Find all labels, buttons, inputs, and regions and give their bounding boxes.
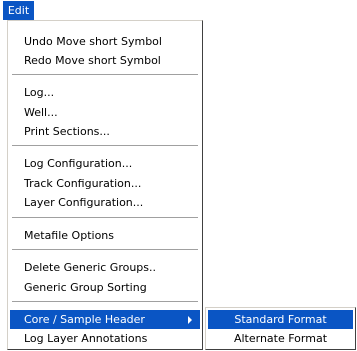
edit-menu-dropdown: Undo Move short Symbol Redo Move short S…	[7, 20, 203, 350]
menu-item-well[interactable]: Well...	[10, 103, 200, 122]
menu-item-log-configuration[interactable]: Log Configuration...	[10, 154, 200, 173]
menu-separator	[12, 145, 198, 147]
menu-item-generic-group-sorting[interactable]: Generic Group Sorting	[10, 278, 200, 297]
menu-separator	[12, 301, 198, 303]
menu-item-track-configuration[interactable]: Track Configuration...	[10, 174, 200, 193]
menu-item-metafile-options[interactable]: Metafile Options	[10, 226, 200, 245]
submenu-arrow-icon	[188, 316, 192, 324]
menu-item-undo[interactable]: Undo Move short Symbol	[10, 32, 200, 51]
submenu-item-alternate-format[interactable]: Alternate Format	[208, 329, 353, 348]
menu-item-log[interactable]: Log...	[10, 83, 200, 102]
menu-separator	[12, 74, 198, 76]
menu-item-core-sample-header[interactable]: Core / Sample Header	[10, 310, 200, 329]
menu-item-delete-generic-groups[interactable]: Delete Generic Groups..	[10, 258, 200, 277]
menu-item-layer-configuration[interactable]: Layer Configuration...	[10, 193, 200, 212]
menu-item-label: Core / Sample Header	[24, 313, 145, 326]
menu-item-redo[interactable]: Redo Move short Symbol	[10, 51, 200, 70]
menu-item-log-layer-annotations[interactable]: Log Layer Annotations	[10, 329, 200, 348]
edit-menu-button[interactable]: Edit	[3, 1, 34, 20]
menu-separator	[12, 217, 198, 219]
submenu-item-standard-format[interactable]: Standard Format	[208, 310, 353, 329]
menu-separator	[12, 249, 198, 251]
core-sample-header-submenu: Standard Format Alternate Format	[205, 307, 356, 350]
menu-item-print-sections[interactable]: Print Sections...	[10, 122, 200, 141]
